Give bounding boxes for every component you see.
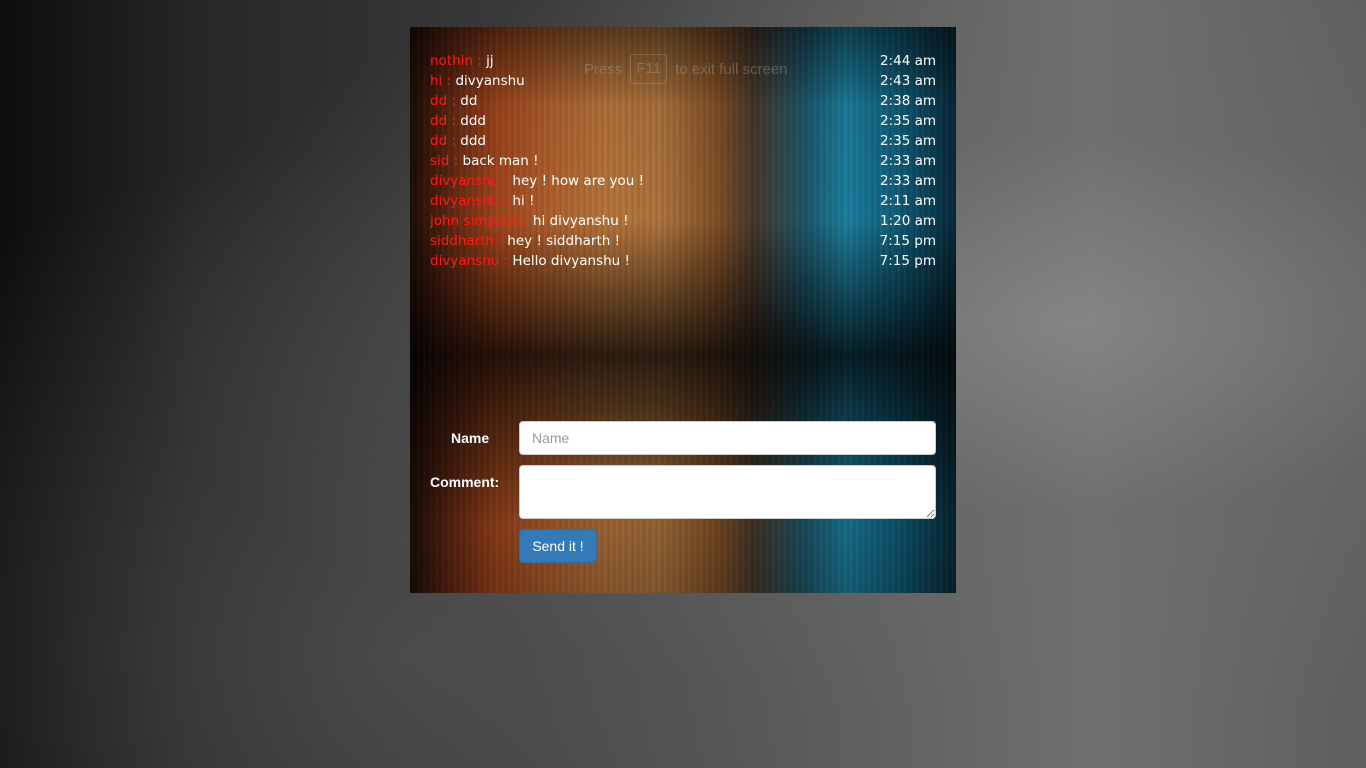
message-author: divyanshu bbox=[430, 173, 500, 189]
message-text: hi ! bbox=[512, 193, 535, 209]
message-author: dd bbox=[430, 93, 448, 109]
message-text: dd bbox=[460, 93, 478, 109]
author-separator: : bbox=[499, 253, 513, 269]
author-separator: : bbox=[472, 53, 487, 69]
message-text: ddd bbox=[460, 133, 486, 149]
author-separator: : bbox=[447, 133, 461, 149]
message-row: nothin : jj 2:44 am bbox=[430, 51, 936, 71]
message-row: dd : ddd 2:35 am bbox=[430, 111, 936, 131]
page-background: { "fullscreen_hint": { "prefix": "Press"… bbox=[0, 0, 1366, 768]
message-time: 2:11 am bbox=[879, 193, 936, 209]
message-row: dd : ddd 2:35 am bbox=[430, 131, 936, 151]
comment-label: Comment: bbox=[430, 474, 500, 490]
message-text: hey ! how are you ! bbox=[512, 173, 645, 189]
message-text: hey ! siddharth ! bbox=[507, 233, 620, 249]
message-time: 2:33 am bbox=[879, 153, 936, 169]
message-time: 7:15 pm bbox=[879, 233, 936, 249]
message-row: hi : divyanshu 2:43 am bbox=[430, 71, 936, 91]
message-author: sid bbox=[430, 153, 450, 169]
message-list: nothin : jj 2:44 am hi : divyanshu 2:43 … bbox=[430, 51, 936, 271]
message-row: siddharth : hey ! siddharth ! 7:15 pm bbox=[430, 231, 936, 251]
message-author: hi bbox=[430, 73, 443, 89]
message-author: dd bbox=[430, 113, 448, 129]
author-separator: : bbox=[447, 93, 461, 109]
message-time: 2:44 am bbox=[879, 53, 936, 69]
message-text: jj bbox=[486, 53, 494, 69]
message-row: divyanshu : Hello divyanshu ! 7:15 pm bbox=[430, 251, 936, 271]
author-separator: : bbox=[499, 173, 513, 189]
message-row: divyanshu : hi ! 2:11 am bbox=[430, 191, 936, 211]
message-author: siddharth bbox=[430, 233, 495, 249]
message-row: dd : dd 2:38 am bbox=[430, 91, 936, 111]
message-time: 2:35 am bbox=[879, 113, 936, 129]
message-time: 2:38 am bbox=[879, 93, 936, 109]
name-input[interactable] bbox=[519, 421, 936, 455]
message-row: sid : back man ! 2:33 am bbox=[430, 151, 936, 171]
message-time: 2:43 am bbox=[879, 73, 936, 89]
author-separator: : bbox=[449, 153, 463, 169]
message-author: dd bbox=[430, 133, 448, 149]
message-author: nothin bbox=[430, 53, 473, 69]
message-time: 2:35 am bbox=[879, 133, 936, 149]
message-author: john simpson bbox=[430, 213, 520, 229]
message-text: hi divyanshu ! bbox=[532, 213, 629, 229]
author-separator: : bbox=[447, 113, 461, 129]
message-row: john simpson : hi divyanshu ! 1:20 am bbox=[430, 211, 936, 231]
message-author: divyanshu bbox=[430, 193, 500, 209]
message-time: 1:20 am bbox=[879, 213, 936, 229]
author-separator: : bbox=[499, 193, 513, 209]
author-separator: : bbox=[442, 73, 456, 89]
message-time: 2:33 am bbox=[879, 173, 936, 189]
chat-panel: Press F11 to exit full screen nothin : j… bbox=[410, 27, 956, 593]
comment-textarea[interactable] bbox=[519, 465, 936, 519]
message-row: divyanshu : hey ! how are you ! 2:33 am bbox=[430, 171, 936, 191]
author-separator: : bbox=[519, 213, 533, 229]
send-button[interactable]: Send it ! bbox=[519, 529, 597, 563]
message-text: divyanshu bbox=[455, 73, 525, 89]
message-text: ddd bbox=[460, 113, 486, 129]
message-author: divyanshu bbox=[430, 253, 500, 269]
message-text: Hello divyanshu ! bbox=[512, 253, 630, 269]
message-time: 7:15 pm bbox=[879, 253, 936, 269]
message-text: back man ! bbox=[462, 153, 539, 169]
name-label: Name bbox=[451, 430, 490, 446]
author-separator: : bbox=[494, 233, 508, 249]
